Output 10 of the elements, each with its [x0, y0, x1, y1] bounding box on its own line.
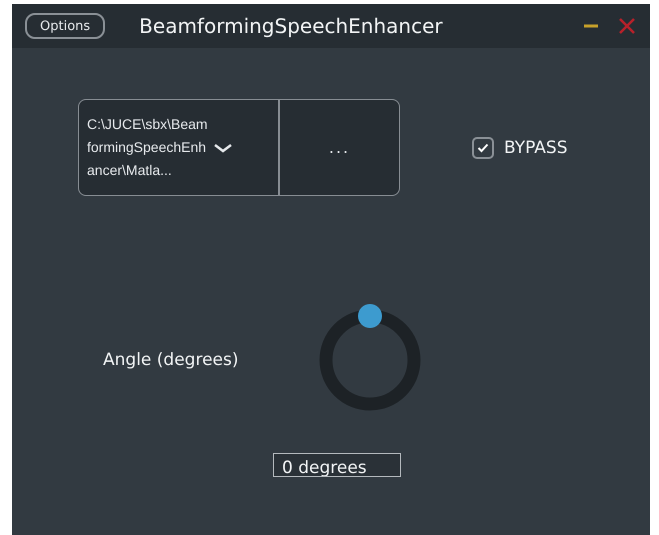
file-dropdown[interactable]: C:\JUCE\sbx\BeamformingSpeechEnhancer\Matla... — [78, 99, 279, 196]
bypass-checkbox[interactable] — [472, 137, 494, 159]
check-icon — [477, 143, 489, 153]
angle-label: Angle (degrees) — [103, 350, 240, 370]
browse-button[interactable]: ... — [279, 99, 400, 196]
file-path-text: C:\JUCE\sbx\BeamformingSpeechEnhancer\Matla... — [87, 115, 209, 180]
chevron-down-icon — [213, 142, 233, 154]
bypass-label: BYPASS — [504, 138, 568, 158]
window-title: BeamformingSpeechEnhancer — [139, 14, 443, 38]
options-button[interactable]: Options — [25, 13, 106, 39]
